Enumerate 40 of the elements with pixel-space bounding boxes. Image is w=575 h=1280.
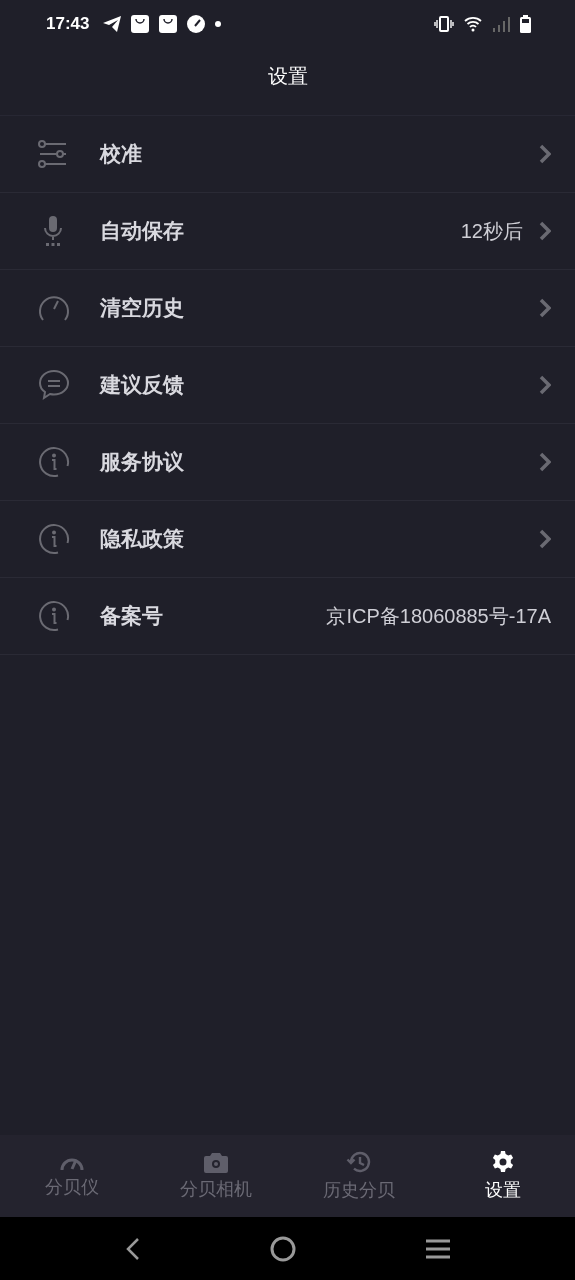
setting-label: 校准 bbox=[100, 141, 143, 168]
send-icon bbox=[103, 16, 122, 32]
settings-row[interactable]: 备案号 京ICP备18060885号-17A bbox=[0, 578, 575, 655]
status-time: 17:43 bbox=[46, 14, 90, 34]
gauge-icon bbox=[187, 15, 206, 33]
setting-value: 12秒后 bbox=[460, 218, 523, 244]
settings-icon bbox=[491, 1150, 516, 1174]
bag-icon bbox=[159, 15, 178, 33]
setting-value: 京ICP备18060885号-17A bbox=[326, 603, 551, 629]
info-icon bbox=[38, 523, 70, 555]
history-icon bbox=[346, 1150, 373, 1174]
info-icon bbox=[38, 446, 70, 478]
dot-icon bbox=[215, 21, 222, 27]
camera-icon bbox=[203, 1151, 228, 1173]
info-icon bbox=[38, 600, 70, 632]
nav-tab[interactable]: 设置 bbox=[431, 1135, 575, 1217]
signal-icon bbox=[492, 16, 510, 32]
setting-label: 隐私政策 bbox=[100, 526, 185, 553]
setting-label: 清空历史 bbox=[100, 295, 185, 322]
menu-icon[interactable] bbox=[424, 1237, 451, 1260]
sliders-icon bbox=[38, 140, 68, 168]
settings-row[interactable]: 服务协议 bbox=[0, 424, 575, 501]
bag-icon bbox=[131, 15, 150, 33]
vibrate-icon bbox=[434, 16, 454, 32]
wifi-icon bbox=[464, 16, 482, 32]
settings-row[interactable]: 清空历史 bbox=[0, 270, 575, 347]
setting-label: 服务协议 bbox=[100, 449, 185, 476]
setting-label: 建议反馈 bbox=[100, 372, 185, 399]
battery-icon bbox=[520, 15, 531, 33]
setting-label: 备案号 bbox=[100, 603, 164, 630]
settings-row[interactable]: 校准 bbox=[0, 116, 575, 193]
setting-label: 自动保存 bbox=[100, 218, 185, 245]
back-icon[interactable] bbox=[124, 1236, 141, 1261]
settings-row[interactable]: 自动保存 12秒后 bbox=[0, 193, 575, 270]
settings-row[interactable]: 隐私政策 bbox=[0, 501, 575, 578]
home-icon[interactable] bbox=[269, 1235, 296, 1262]
settings-row[interactable]: 建议反馈 bbox=[0, 347, 575, 424]
chat-icon bbox=[38, 369, 70, 401]
page-title: 设置 bbox=[267, 63, 308, 90]
gauge-icon bbox=[38, 294, 70, 322]
